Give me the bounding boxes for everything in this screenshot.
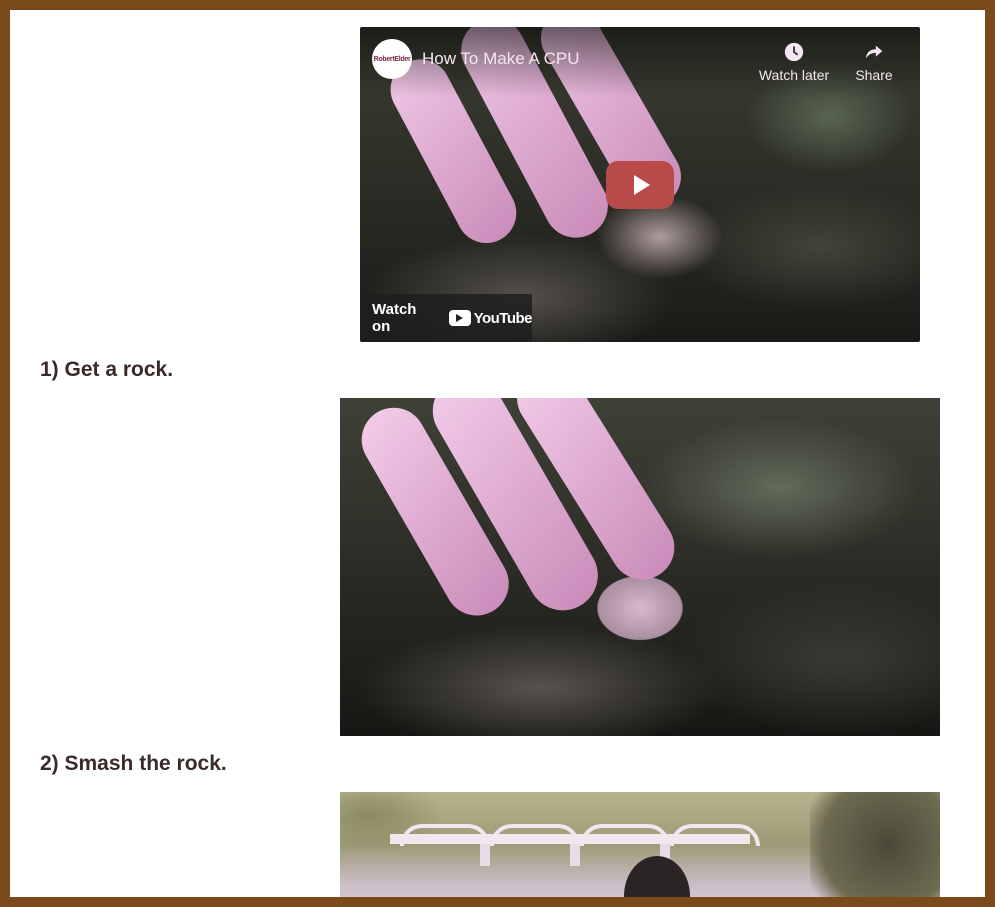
rock-photo — [340, 398, 940, 736]
play-button[interactable] — [606, 161, 674, 209]
watch-on-label: Watch on — [372, 301, 417, 335]
channel-logo-text: RobertElder — [373, 55, 411, 63]
clock-icon — [784, 42, 804, 62]
step-heading-1: 1) Get a rock. — [40, 358, 174, 381]
share-arrow-icon — [865, 45, 883, 59]
share-button[interactable]: Share — [834, 41, 914, 83]
bridge-photo — [340, 792, 940, 897]
youtube-logo: YouTube — [448, 309, 533, 327]
youtube-play-icon — [448, 310, 471, 326]
youtube-embed[interactable]: RobertElder How To Make A CPU Watch late… — [360, 27, 920, 342]
video-title[interactable]: How To Make A CPU — [422, 49, 579, 69]
person-head — [624, 856, 690, 897]
step-heading-2: 2) Smash the rock. — [40, 752, 227, 775]
article-page: RobertElder How To Make A CPU Watch late… — [10, 10, 985, 897]
watch-later-button[interactable]: Watch later — [754, 41, 834, 83]
play-icon — [634, 175, 650, 195]
channel-avatar[interactable]: RobertElder — [372, 39, 412, 79]
watch-on-youtube-link[interactable]: Watch on YouTube — [360, 294, 533, 342]
youtube-wordmark: YouTube — [473, 309, 533, 327]
share-label: Share — [855, 67, 893, 83]
watch-later-label: Watch later — [758, 67, 830, 83]
